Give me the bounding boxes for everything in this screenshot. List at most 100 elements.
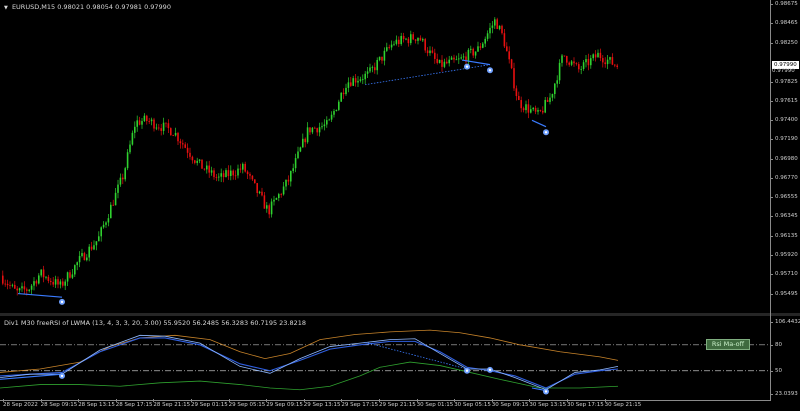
candle-body (340, 92, 342, 102)
candle-body (544, 99, 546, 113)
candle-body (117, 184, 119, 193)
candle-body (165, 122, 167, 124)
time-tick-label: 28 Sep 17:15 (115, 399, 153, 408)
candle-body (443, 61, 446, 67)
chart-window[interactable]: ▼ EURUSD,M15 0.98021 0.98054 0.97981 0.9… (0, 0, 800, 411)
candle-body (74, 265, 76, 275)
time-tick-label: 29 Sep 13:15 (303, 399, 341, 408)
candle-body (400, 35, 402, 45)
candle-body (498, 25, 501, 29)
candle-body (554, 83, 556, 95)
candle-body (266, 205, 268, 209)
candle-body (76, 262, 78, 266)
candle-body (460, 57, 462, 59)
candle-body (422, 39, 424, 41)
candle-body (57, 279, 59, 285)
candle-body (131, 132, 134, 145)
candle-body (378, 56, 381, 60)
candle-body (172, 135, 174, 137)
divergence-dotted-line (364, 64, 491, 86)
rsi-ma-off-button[interactable]: Rsi Ma-off (706, 339, 750, 350)
divergence-line (531, 119, 547, 128)
candle-body (225, 170, 227, 178)
candle-body (170, 128, 172, 136)
candle-body (556, 80, 558, 84)
candle-body (590, 58, 592, 66)
divergence-marker-dot (465, 65, 469, 68)
time-tick-label: 30 Sep 21:15 (604, 399, 642, 408)
candle-body (388, 47, 390, 48)
candle-body (412, 34, 414, 40)
candle-body (479, 46, 482, 48)
price-axis-border (770, 0, 771, 400)
candle-body (520, 100, 522, 109)
candle-body (537, 110, 539, 112)
caret-down-icon[interactable]: ▼ (4, 5, 8, 11)
candle-body (237, 168, 239, 176)
time-tick-label: 29 Sep 21:15 (379, 399, 416, 408)
candle-body (263, 195, 266, 209)
candle-body (230, 170, 232, 176)
price-tick-label: 0.95495 (770, 291, 798, 297)
candle-body (242, 163, 244, 170)
candle-body (362, 79, 364, 81)
rsi-fast-line (0, 334, 619, 391)
candle-body (326, 120, 328, 125)
candlestick-chart[interactable] (0, 0, 770, 313)
candle-body (314, 127, 316, 129)
candle-body (371, 67, 374, 69)
candle-body (100, 227, 102, 237)
candle-body (489, 27, 491, 34)
candle-body (246, 171, 249, 175)
candle-body (292, 168, 294, 171)
candle-body (338, 101, 340, 110)
candle-body (126, 152, 129, 169)
oscillator-pane[interactable] (0, 316, 770, 400)
candle-body (47, 276, 50, 281)
candle-body (467, 49, 470, 62)
candle-body (153, 119, 155, 129)
candle-body (436, 58, 438, 63)
candle-body (150, 119, 153, 122)
ohlc-values: 0.98021 0.98054 0.97981 0.97990 (57, 3, 171, 11)
time-tick-label: 30 Sep 01:15 (416, 399, 454, 408)
candle-body (573, 61, 575, 64)
time-tick-label: 28 Sep 09:15 (40, 399, 78, 408)
candle-body (484, 38, 486, 44)
rsi-oscillator-chart[interactable] (0, 316, 770, 400)
candle-body (52, 281, 54, 285)
candle-body (14, 284, 16, 289)
price-chart-pane[interactable] (0, 0, 770, 313)
candle-body (71, 274, 74, 278)
candle-body (95, 241, 98, 246)
oscillator-title: Div1 M30 freeRSI of LWMA (13, 4, 3, 3, 2… (4, 319, 307, 327)
candle-body (525, 104, 527, 111)
candle-body (114, 192, 117, 206)
candle-body (496, 19, 498, 29)
candle-body (450, 57, 453, 60)
candle-body (102, 224, 105, 228)
candle-body (390, 44, 393, 48)
price-tick-label: 0.95710 (770, 271, 798, 278)
candle-body (86, 257, 88, 261)
divergence-marker-dot (544, 131, 548, 134)
symbol-title: ▼ EURUSD,M15 0.98021 0.98054 0.97981 0.9… (4, 3, 171, 11)
candle-body (280, 194, 282, 195)
candle-body (256, 183, 258, 193)
price-tick-label: 0.98465 (770, 20, 798, 27)
symbol-name: EURUSD,M15 (11, 3, 56, 11)
candle-body (210, 170, 213, 173)
candle-body (527, 104, 530, 113)
candle-body (374, 67, 376, 71)
candle-body (26, 289, 28, 291)
candle-body (136, 120, 138, 127)
candle-body (566, 56, 568, 63)
candle-body (381, 56, 383, 61)
candle-body (9, 285, 11, 286)
time-tick-label: 29 Sep 17:15 (341, 399, 379, 408)
candle-body (501, 25, 503, 34)
candle-body (518, 95, 520, 101)
candle-body (297, 151, 299, 159)
candle-body (309, 127, 311, 133)
candle-body (244, 163, 246, 172)
